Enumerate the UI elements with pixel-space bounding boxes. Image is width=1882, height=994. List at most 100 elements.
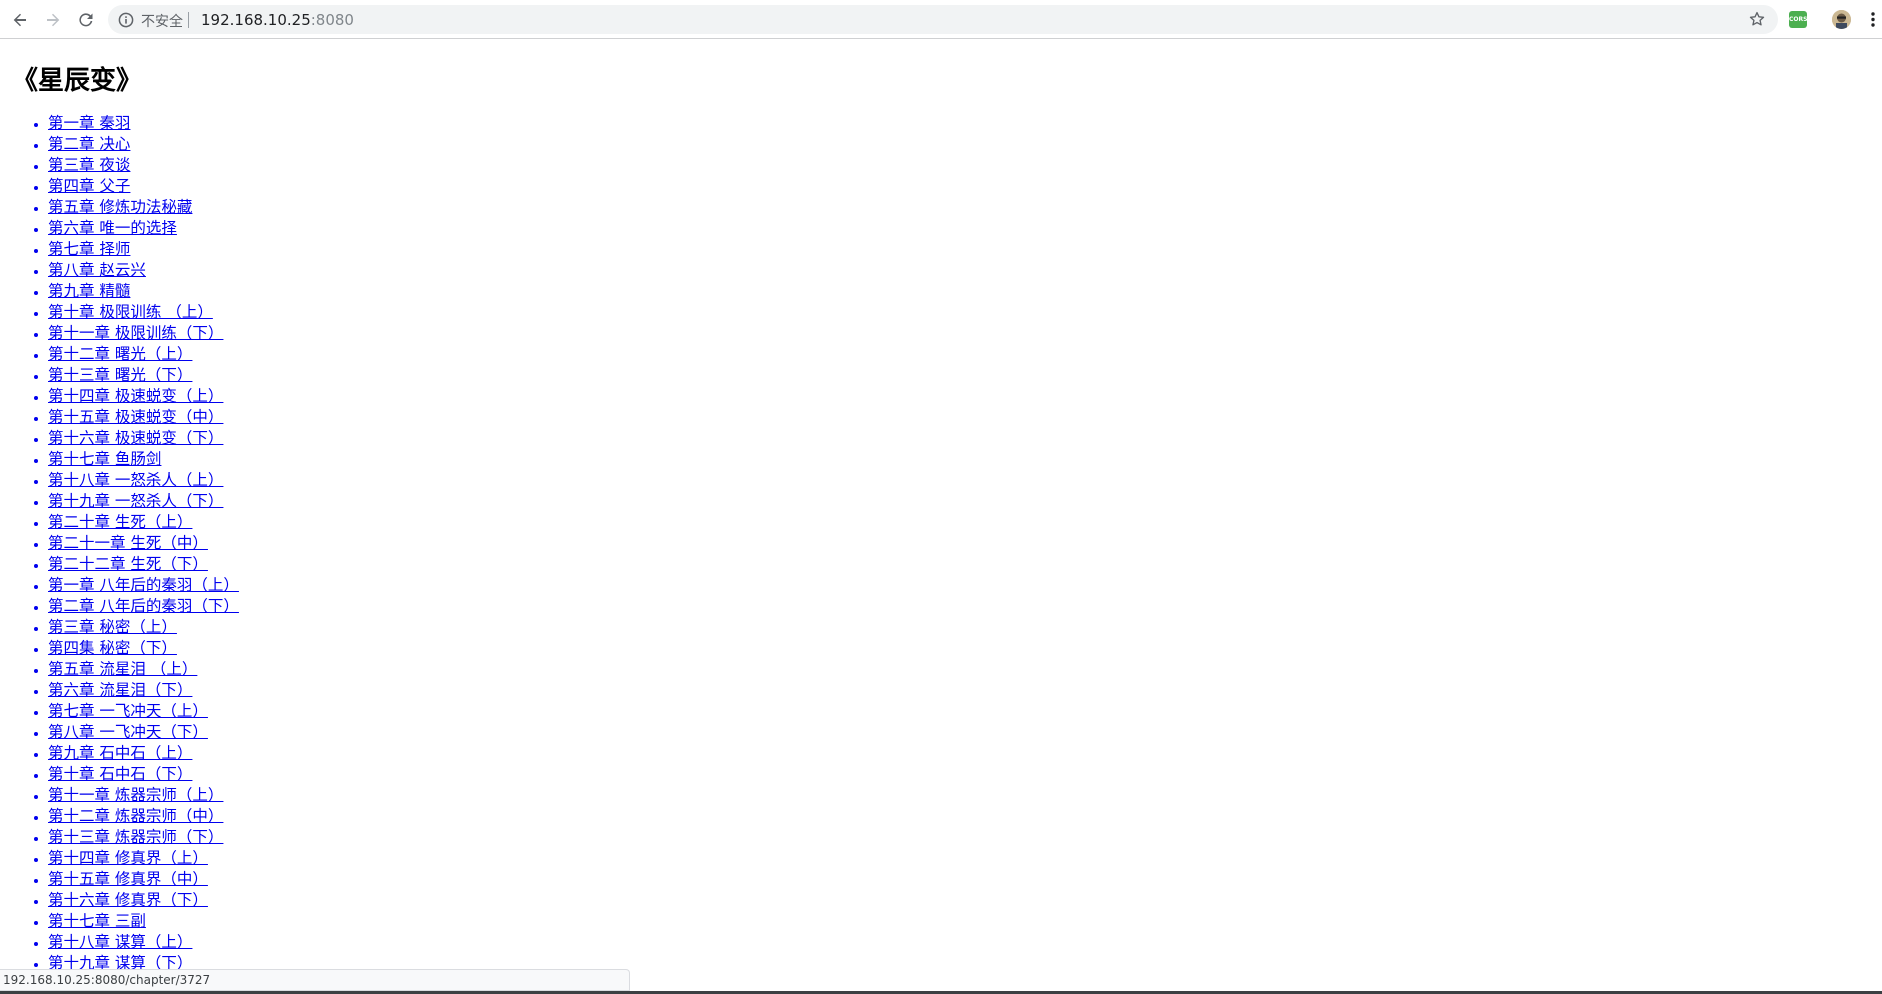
- list-item: 第十一章 炼器宗师（上）: [48, 785, 239, 806]
- star-icon[interactable]: [1748, 10, 1766, 28]
- chapter-link[interactable]: 第十五章 极速蜕变（中）: [48, 408, 223, 426]
- list-item: 第五章 修炼功法秘藏: [48, 197, 239, 218]
- info-icon[interactable]: [118, 12, 134, 28]
- chapter-link[interactable]: 第十三章 曙光（下）: [48, 366, 192, 384]
- reload-icon: [79, 13, 93, 27]
- chapter-link[interactable]: 第五章 流星泪 （上）: [48, 660, 197, 678]
- status-bubble: 192.168.10.25:8080/chapter/3727: [0, 969, 630, 991]
- list-item: 第十六章 极速蜕变（下）: [48, 428, 239, 449]
- list-item: 第二十一章 生死（中）: [48, 533, 239, 554]
- list-item: 第六章 流星泪（下）: [48, 680, 239, 701]
- chapter-link[interactable]: 第十三章 炼器宗师（下）: [48, 828, 223, 846]
- list-item: 第九章 石中石（上）: [48, 743, 239, 764]
- chapter-link[interactable]: 第十一章 炼器宗师（上）: [48, 786, 223, 804]
- list-item: 第三章 秘密（上）: [48, 617, 239, 638]
- list-item: 第十七章 三副: [48, 911, 239, 932]
- forward-button[interactable]: [40, 7, 66, 33]
- chapter-link[interactable]: 第九章 精髓: [48, 282, 130, 300]
- chapter-link[interactable]: 第十六章 极速蜕变（下）: [48, 429, 223, 447]
- chapter-link[interactable]: 第十九章 一怒杀人（下）: [48, 492, 223, 510]
- list-item: 第四集 秘密（下）: [48, 638, 239, 659]
- list-item: 第二十章 生死（上）: [48, 512, 239, 533]
- chapter-link[interactable]: 第十七章 鱼肠剑: [48, 450, 161, 468]
- list-item: 第二章 八年后的秦羽（下）: [48, 596, 239, 617]
- list-item: 第十一章 极限训练（下）: [48, 323, 239, 344]
- chapter-link[interactable]: 第二章 八年后的秦羽（下）: [48, 597, 239, 615]
- chapter-link[interactable]: 第十一章 极限训练（下）: [48, 324, 223, 342]
- list-item: 第八章 一飞冲天（下）: [48, 722, 239, 743]
- list-item: 第十九章 一怒杀人（下）: [48, 491, 239, 512]
- chapter-list: 第一章 秦羽第二章 决心第三章 夜谈第四章 父子第五章 修炼功法秘藏第六章 唯一…: [0, 113, 239, 974]
- chapter-link[interactable]: 第二十二章 生死（下）: [48, 555, 208, 573]
- list-item: 第十章 极限训练 （上）: [48, 302, 239, 323]
- chapter-link[interactable]: 第十二章 炼器宗师（中）: [48, 807, 223, 825]
- chapter-link[interactable]: 第九章 石中石（上）: [48, 744, 192, 762]
- list-item: 第十八章 谋算（上）: [48, 932, 239, 953]
- page-title: 《星辰变》: [12, 66, 143, 96]
- security-label[interactable]: 不安全: [141, 11, 183, 31]
- list-item: 第八章 赵云兴: [48, 260, 239, 281]
- chapter-link[interactable]: 第六章 流星泪（下）: [48, 681, 192, 699]
- list-item: 第十二章 曙光（上）: [48, 344, 239, 365]
- chapter-link[interactable]: 第十四章 极速蜕变（上）: [48, 387, 223, 405]
- chapter-link[interactable]: 第十七章 三副: [48, 912, 146, 930]
- page-content: 《星辰变》 第一章 秦羽第二章 决心第三章 夜谈第四章 父子第五章 修炼功法秘藏…: [0, 40, 1882, 994]
- back-arrow-icon: [13, 13, 26, 27]
- list-item: 第七章 择师: [48, 239, 239, 260]
- list-item: 第九章 精髓: [48, 281, 239, 302]
- list-item: 第十七章 鱼肠剑: [48, 449, 239, 470]
- chapter-link[interactable]: 第十四章 修真界（上）: [48, 849, 208, 867]
- list-item: 第七章 一飞冲天（上）: [48, 701, 239, 722]
- chapter-link[interactable]: 第十八章 一怒杀人（上）: [48, 471, 223, 489]
- list-item: 第十五章 修真界（中）: [48, 869, 239, 890]
- list-item: 第十八章 一怒杀人（上）: [48, 470, 239, 491]
- avatar[interactable]: [1832, 10, 1851, 29]
- list-item: 第四章 父子: [48, 176, 239, 197]
- chapter-link[interactable]: 第七章 择师: [48, 240, 130, 258]
- list-item: 第十三章 炼器宗师（下）: [48, 827, 239, 848]
- list-item: 第十四章 极速蜕变（上）: [48, 386, 239, 407]
- list-item: 第六章 唯一的选择: [48, 218, 239, 239]
- chapter-link[interactable]: 第十五章 修真界（中）: [48, 870, 208, 888]
- list-item: 第一章 秦羽: [48, 113, 239, 134]
- chapter-link[interactable]: 第一章 八年后的秦羽（上）: [48, 576, 239, 594]
- chapter-link[interactable]: 第十八章 谋算（上）: [48, 933, 192, 951]
- chapter-link[interactable]: 第二章 决心: [48, 135, 130, 153]
- chapter-link[interactable]: 第十二章 曙光（上）: [48, 345, 192, 363]
- list-item: 第二十二章 生死（下）: [48, 554, 239, 575]
- address-bar[interactable]: 不安全 192.168.10.25:8080: [108, 5, 1778, 34]
- chapter-link[interactable]: 第二十一章 生死（中）: [48, 534, 208, 552]
- list-item: 第五章 流星泪 （上）: [48, 659, 239, 680]
- chapter-link[interactable]: 第八章 一飞冲天（下）: [48, 723, 208, 741]
- list-item: 第十五章 极速蜕变（中）: [48, 407, 239, 428]
- chapter-link[interactable]: 第六章 唯一的选择: [48, 219, 177, 237]
- chapter-link[interactable]: 第五章 修炼功法秘藏: [48, 198, 192, 216]
- url-port: :8080: [310, 11, 354, 29]
- chapter-link[interactable]: 第八章 赵云兴: [48, 261, 146, 279]
- chapter-link[interactable]: 第十六章 修真界（下）: [48, 891, 208, 909]
- chapter-link[interactable]: 第四集 秘密（下）: [48, 639, 177, 657]
- cors-extension-button[interactable]: CORS: [1789, 11, 1807, 28]
- chapter-link[interactable]: 第一章 秦羽: [48, 114, 130, 132]
- kebab-menu-icon[interactable]: [1870, 10, 1876, 29]
- reload-button[interactable]: [73, 7, 99, 33]
- avatar-icon: [1832, 10, 1851, 29]
- url-text[interactable]: 192.168.10.25:8080: [201, 11, 354, 29]
- list-item: 第十六章 修真界（下）: [48, 890, 239, 911]
- chapter-link[interactable]: 第三章 夜谈: [48, 156, 130, 174]
- list-item: 第一章 八年后的秦羽（上）: [48, 575, 239, 596]
- list-item: 第十四章 修真界（上）: [48, 848, 239, 869]
- back-button[interactable]: [7, 7, 33, 33]
- chapter-link[interactable]: 第二十章 生死（上）: [48, 513, 192, 531]
- browser-toolbar: 不安全 192.168.10.25:8080 CORS: [0, 0, 1882, 39]
- chapter-link[interactable]: 第十章 石中石（下）: [48, 765, 192, 783]
- chapter-link[interactable]: 第三章 秘密（上）: [48, 618, 177, 636]
- url-separator: [188, 12, 189, 28]
- list-item: 第三章 夜谈: [48, 155, 239, 176]
- list-item: 第十章 石中石（下）: [48, 764, 239, 785]
- chapter-link[interactable]: 第四章 父子: [48, 177, 130, 195]
- chapter-link[interactable]: 第十章 极限训练 （上）: [48, 303, 213, 321]
- chapter-link[interactable]: 第七章 一飞冲天（上）: [48, 702, 208, 720]
- url-host: 192.168.10.25: [201, 11, 311, 29]
- forward-arrow-icon: [47, 13, 60, 27]
